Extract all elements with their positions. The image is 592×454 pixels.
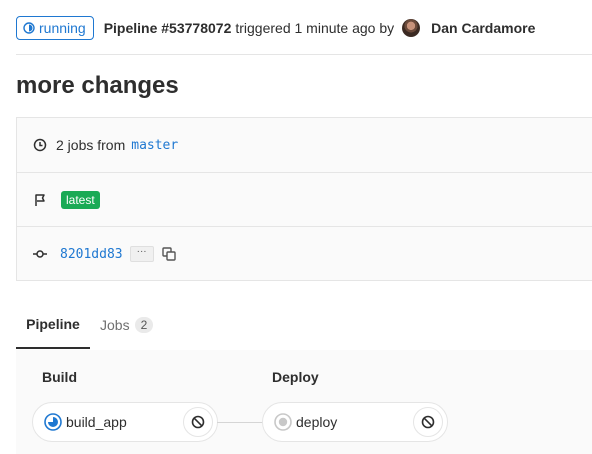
stage-connector: [217, 422, 263, 423]
cancel-icon: [191, 415, 205, 429]
expand-commit-button[interactable]: ···: [129, 246, 154, 262]
commit-row: 8201dd83 ···: [17, 226, 592, 281]
tab-pipeline-label: Pipeline: [26, 315, 80, 332]
pipeline-tabs: Pipeline Jobs 2: [16, 300, 592, 351]
header-divider: [16, 54, 592, 55]
commit-icon: [33, 250, 47, 258]
created-status-icon: [274, 413, 292, 431]
tab-jobs-label: Jobs: [100, 316, 130, 333]
jobs-row: 2 jobs from master: [17, 118, 592, 172]
tab-pipeline[interactable]: Pipeline: [16, 300, 90, 349]
latest-badge: latest: [61, 191, 100, 209]
jobs-count-text: 2 jobs from: [56, 137, 126, 153]
job-build-app[interactable]: build_app: [32, 402, 218, 442]
running-status-icon: [23, 22, 35, 34]
status-badge-running[interactable]: running: [16, 16, 94, 40]
jobs-count-badge: 2: [134, 316, 154, 333]
triggered-text: triggered 1 minute ago by: [235, 20, 395, 36]
pipeline-header: running Pipeline #53778072 triggered 1 m…: [16, 14, 592, 42]
cancel-icon: [421, 415, 435, 429]
commit-sha-link[interactable]: 8201dd83: [60, 247, 123, 262]
pipeline-title: Pipeline #53778072: [103, 20, 232, 36]
branch-link[interactable]: master: [131, 138, 178, 153]
tags-row: latest: [17, 172, 592, 227]
running-status-icon: [44, 413, 62, 431]
copy-icon[interactable]: [161, 247, 176, 261]
job-name-build-app: build_app: [66, 414, 127, 430]
avatar[interactable]: [402, 19, 421, 37]
status-label: running: [39, 20, 86, 36]
job-deploy[interactable]: deploy: [262, 402, 448, 442]
job-name-deploy: deploy: [296, 414, 338, 430]
page-title: more changes: [16, 72, 179, 99]
cancel-job-button[interactable]: [183, 407, 213, 437]
pipeline-info-box: 2 jobs from master latest 8201dd83 ···: [16, 117, 592, 281]
author-link[interactable]: Dan Cardamore: [431, 20, 535, 36]
clock-icon: [33, 138, 47, 152]
stage-title-deploy: Deploy: [272, 369, 319, 385]
pipeline-graph: Build Deploy build_app deploy: [16, 350, 592, 454]
tab-jobs[interactable]: Jobs 2: [100, 300, 154, 349]
cancel-job-button[interactable]: [413, 407, 443, 437]
stage-title-build: Build: [42, 369, 77, 385]
flag-icon: [35, 194, 45, 206]
